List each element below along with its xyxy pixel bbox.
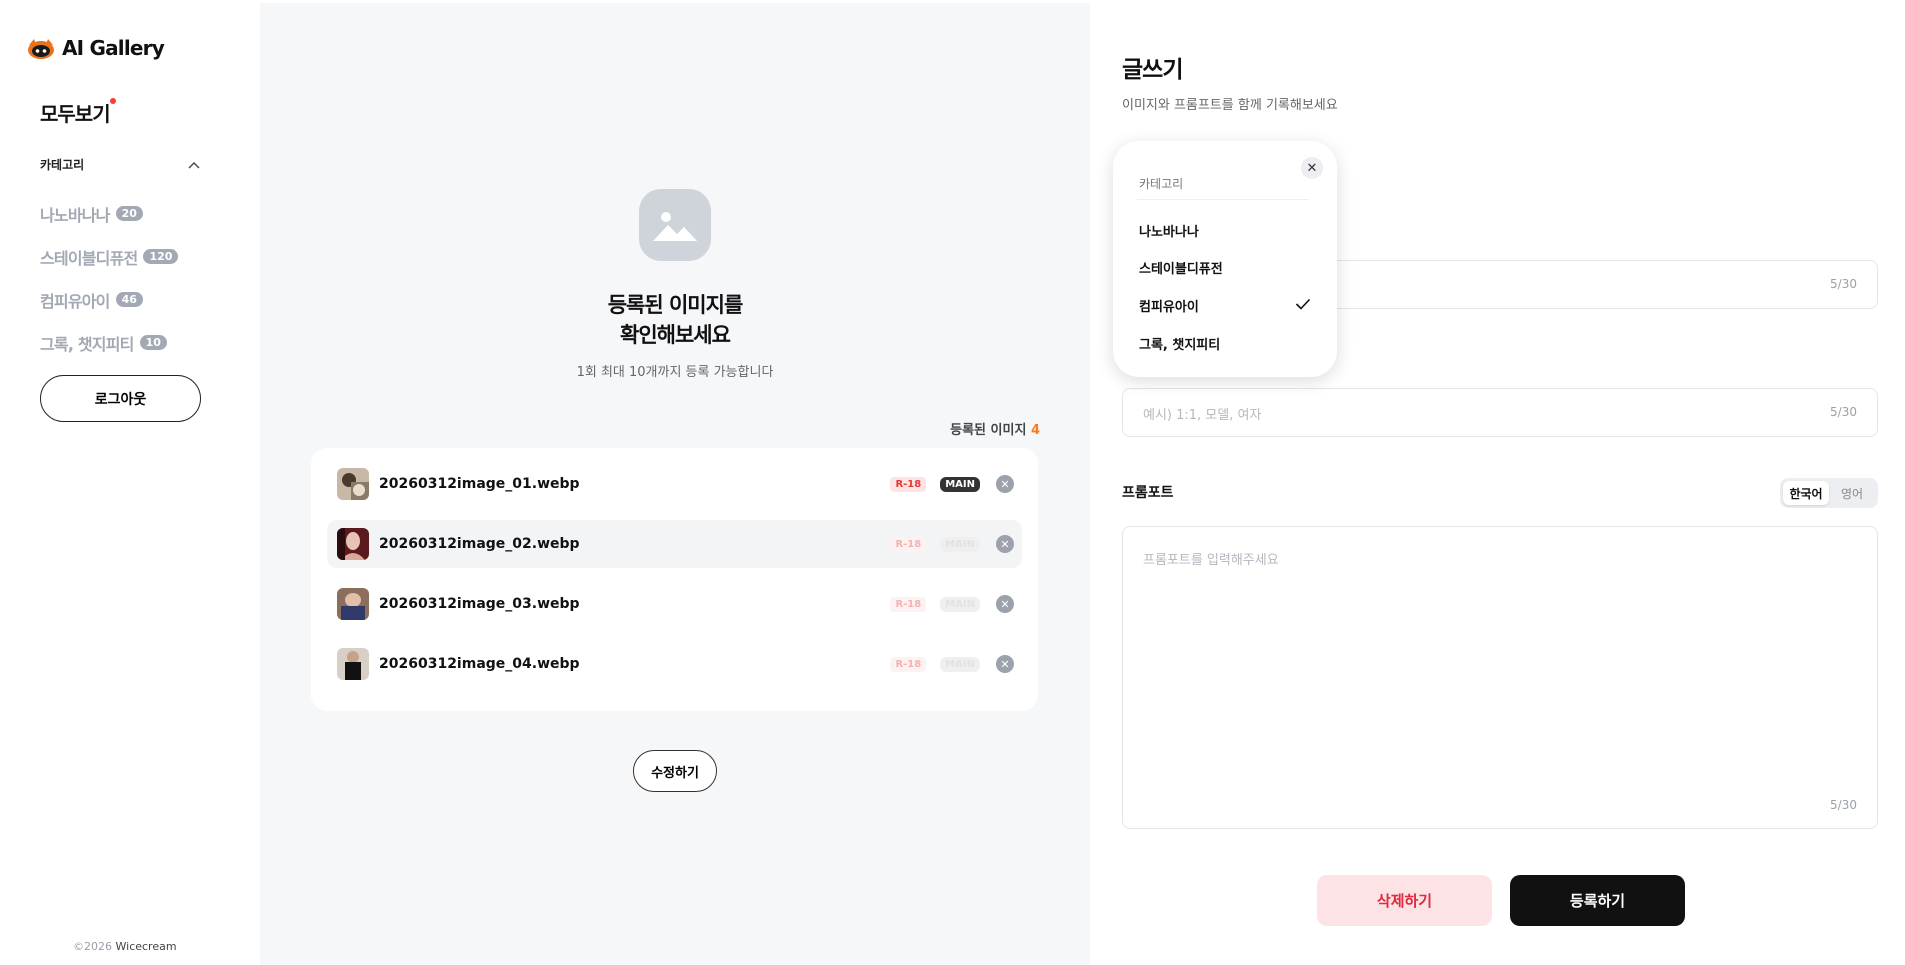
submit-button[interactable]: 등록하기 xyxy=(1510,875,1685,926)
main-badge[interactable]: MAIN xyxy=(940,536,980,552)
close-icon: ✕ xyxy=(1000,657,1010,671)
dropdown-option-grok-chatgpt[interactable]: 그록, 챗지피티 xyxy=(1139,334,1311,353)
category-label: 스테이블디퓨전 xyxy=(40,248,138,268)
file-list: 20260312image_01.webp R-18 MAIN ✕ 202603… xyxy=(311,448,1038,711)
main-badge[interactable]: MAIN xyxy=(940,476,980,492)
registered-count: 등록된 이미지 4 xyxy=(950,419,1040,438)
option-label: 그록, 챗지피티 xyxy=(1139,338,1221,353)
category-label: 나노바나나 xyxy=(40,205,110,225)
char-counter: 5/30 xyxy=(1830,405,1857,419)
prompt-label: 프롬포트 xyxy=(1122,485,1174,501)
file-name: 20260312image_03.webp xyxy=(379,596,580,612)
category-count-badge: 120 xyxy=(143,249,179,264)
lang-option-english[interactable]: 영어 xyxy=(1829,481,1875,505)
close-icon[interactable]: ✕ xyxy=(1301,157,1323,179)
category-item-comfyui[interactable]: 컴피유아이 46 xyxy=(40,278,178,321)
r18-badge[interactable]: R-18 xyxy=(890,476,927,492)
option-label: 나노바나나 xyxy=(1139,225,1199,240)
check-icon xyxy=(1295,298,1311,314)
footer-company: Wicecream xyxy=(115,940,177,953)
r18-badge[interactable]: R-18 xyxy=(890,536,927,552)
panel-title: 등록된 이미지를 확인해보세요 xyxy=(260,290,1090,350)
remove-file-button[interactable]: ✕ xyxy=(996,655,1014,673)
divider xyxy=(1137,199,1309,200)
close-icon: ✕ xyxy=(1000,477,1010,491)
category-label: 컴피유아이 xyxy=(40,291,110,311)
category-label: 그록, 챗지피티 xyxy=(40,334,134,354)
prompt-placeholder: 프롬포트를 입력해주세요 xyxy=(1143,553,1279,568)
file-thumbnail xyxy=(337,648,369,680)
image-panel: 등록된 이미지를 확인해보세요 1회 최대 10개까지 등록 가능합니다 등록된… xyxy=(260,3,1090,965)
panel-subtitle: 1회 최대 10개까지 등록 가능합니다 xyxy=(576,365,774,380)
dropdown-option-comfyui[interactable]: 컴피유아이 xyxy=(1139,296,1311,315)
category-item-stable-diffusion[interactable]: 스테이블디퓨전 120 xyxy=(40,235,179,278)
remove-file-button[interactable]: ✕ xyxy=(996,535,1014,553)
option-label: 스테이블디퓨전 xyxy=(1139,262,1223,277)
panel-title-line1: 등록된 이미지를 xyxy=(607,293,744,317)
file-name: 20260312image_02.webp xyxy=(379,536,580,552)
remove-file-button[interactable]: ✕ xyxy=(996,595,1014,613)
category-item-grok-chatgpt[interactable]: 그록, 챗지피티 10 xyxy=(40,321,178,364)
form-title: 글쓰기 xyxy=(1122,57,1183,83)
edit-button[interactable]: 수정하기 xyxy=(633,750,717,792)
category-list: 나노바나나 20 스테이블디퓨전 120 컴피유아이 46 그록, 챗지피티 1… xyxy=(40,192,179,364)
view-all-label: 모두보기 xyxy=(40,102,111,126)
registered-count-value: 4 xyxy=(1030,423,1040,438)
file-thumbnail xyxy=(337,588,369,620)
form-subtitle: 이미지와 프롬프트를 함께 기록해보세요 xyxy=(1122,98,1338,113)
char-counter: 5/30 xyxy=(1830,277,1857,291)
language-toggle: 한국어 영어 xyxy=(1780,478,1878,508)
file-row[interactable]: 20260312image_03.webp R-18 MAIN ✕ xyxy=(327,580,1022,628)
category-toggle[interactable]: 카테고리 xyxy=(40,156,200,173)
dropdown-header: 카테고리 xyxy=(1139,177,1184,191)
panel-title-line2: 확인해보세요 xyxy=(620,323,731,347)
lang-option-korean[interactable]: 한국어 xyxy=(1783,481,1829,505)
category-count-badge: 20 xyxy=(115,206,143,221)
chevron-up-icon xyxy=(188,158,200,172)
file-name: 20260312image_01.webp xyxy=(379,476,580,492)
registered-label: 등록된 이미지 xyxy=(950,423,1027,438)
footer: ©2026 Wicecream xyxy=(73,940,177,953)
r18-badge[interactable]: R-18 xyxy=(890,596,927,612)
file-thumbnail xyxy=(337,468,369,500)
dropdown-option-stable-diffusion[interactable]: 스테이블디퓨전 xyxy=(1139,258,1311,277)
dropdown-option-nanobanana[interactable]: 나노바나나 xyxy=(1139,221,1311,240)
file-name: 20260312image_04.webp xyxy=(379,656,580,672)
file-row[interactable]: 20260312image_02.webp R-18 MAIN ✕ xyxy=(327,520,1022,568)
main-badge[interactable]: MAIN xyxy=(940,596,980,612)
char-counter: 5/30 xyxy=(1830,798,1857,812)
image-placeholder-icon xyxy=(639,189,711,261)
footer-copyright: ©2026 xyxy=(73,940,112,953)
delete-button[interactable]: 삭제하기 xyxy=(1317,875,1492,926)
category-header-label: 카테고리 xyxy=(40,158,85,172)
logo-icon xyxy=(26,36,56,60)
sidebar: AI Gallery 모두보기 카테고리 나노바나나 20 스테이블디퓨전 12… xyxy=(0,0,258,965)
logo-text: AI Gallery xyxy=(62,36,165,60)
r18-badge[interactable]: R-18 xyxy=(890,656,927,672)
notification-dot xyxy=(109,98,116,104)
logout-button[interactable]: 로그아웃 xyxy=(40,375,201,422)
main-badge[interactable]: MAIN xyxy=(940,656,980,672)
tags-placeholder: 예시) 1:1, 모델, 여자 xyxy=(1143,408,1262,423)
option-label: 컴피유아이 xyxy=(1139,300,1199,315)
close-icon: ✕ xyxy=(1000,597,1010,611)
category-dropdown: ✕ 카테고리 나노바나나 스테이블디퓨전 컴피유아이 그록, 챗지피티 xyxy=(1113,141,1337,377)
file-row[interactable]: 20260312image_01.webp R-18 MAIN ✕ xyxy=(327,460,1022,508)
file-row[interactable]: 20260312image_04.webp R-18 MAIN ✕ xyxy=(327,640,1022,688)
remove-file-button[interactable]: ✕ xyxy=(996,475,1014,493)
file-thumbnail xyxy=(337,528,369,560)
logo[interactable]: AI Gallery xyxy=(26,36,165,60)
tags-field[interactable]: 예시) 1:1, 모델, 여자 5/30 xyxy=(1122,388,1878,437)
close-icon: ✕ xyxy=(1000,537,1010,551)
view-all-link[interactable]: 모두보기 xyxy=(40,98,116,127)
category-count-badge: 10 xyxy=(139,335,167,350)
category-item-nanobanana[interactable]: 나노바나나 20 xyxy=(40,192,178,235)
category-count-badge: 46 xyxy=(115,292,143,307)
prompt-textarea[interactable]: 프롬포트를 입력해주세요 5/30 xyxy=(1122,526,1878,829)
